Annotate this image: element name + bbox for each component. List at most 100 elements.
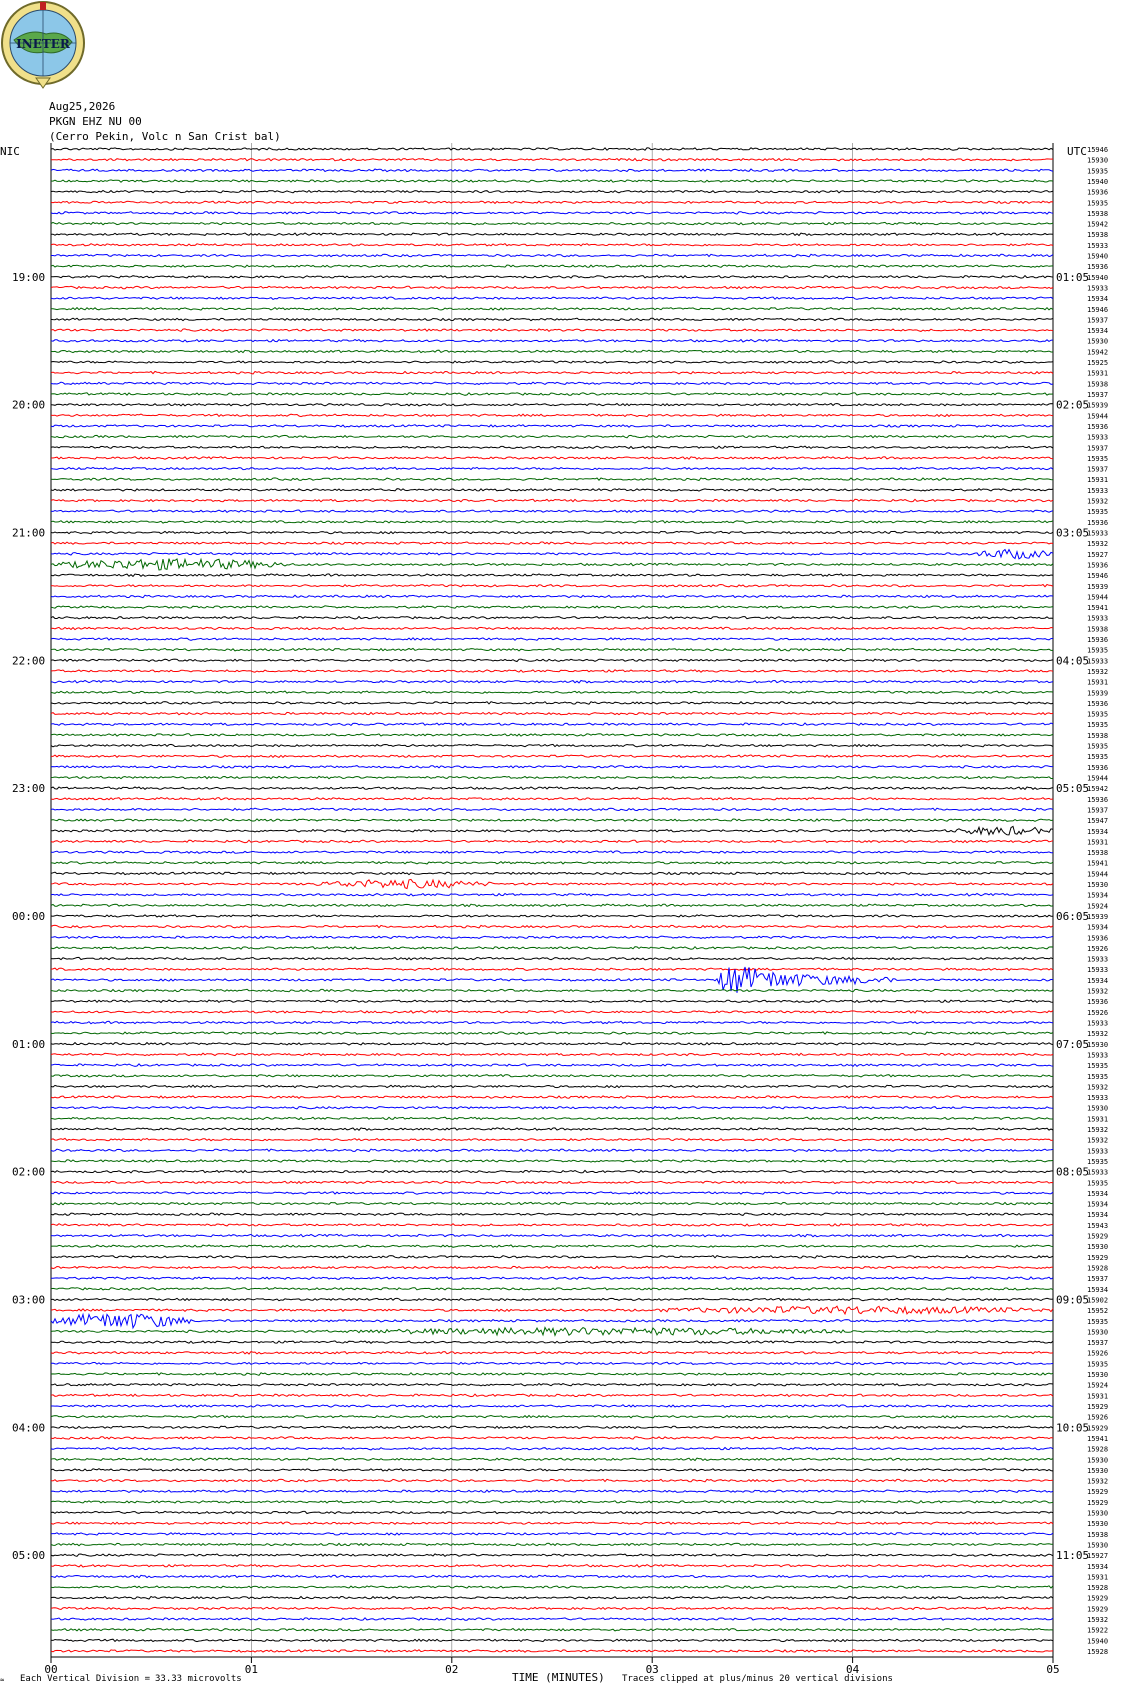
trace-level-label: 15933 (1087, 1051, 1108, 1059)
trace-level-label: 15929 (1087, 1233, 1108, 1241)
trace-level-label: 15930 (1087, 1510, 1108, 1518)
seismic-trace (50, 807, 1054, 812)
seismic-trace (50, 1233, 1054, 1238)
trace-level-label: 15934 (1087, 327, 1108, 335)
seismic-trace (50, 1446, 1054, 1451)
trace-level-label: 15928 (1087, 1584, 1108, 1592)
trace-level-label: 15939 (1087, 689, 1108, 697)
seismic-trace (50, 1052, 1054, 1057)
seismic-trace (50, 1585, 1054, 1589)
trace-level-label: 15934 (1087, 1201, 1108, 1209)
seismic-trace (50, 445, 1054, 450)
seismic-trace (50, 775, 1053, 780)
trace-level-label: 15935 (1087, 1062, 1108, 1070)
seismic-trace (50, 1382, 1054, 1387)
trace-level-label: 15930 (1087, 1041, 1108, 1049)
left-hour-label: 22:00 (12, 654, 45, 667)
seismic-trace (50, 264, 1054, 268)
trace-level-label: 15929 (1087, 1605, 1108, 1613)
seismic-trace (50, 349, 1053, 354)
trace-level-label: 15930 (1087, 338, 1108, 346)
trace-level-label: 15932 (1087, 1137, 1108, 1145)
trace-level-label: 15935 (1087, 647, 1108, 655)
trace-level-label: 15946 (1087, 572, 1108, 580)
seismic-trace (50, 1350, 1054, 1355)
seismic-trace (50, 360, 1054, 364)
seismic-trace (50, 701, 1054, 705)
helicorder-chart: 00 01 02 03 04 051594615930159351594015936159… (12, 143, 1108, 1676)
trace-level-label: 15936 (1087, 561, 1108, 569)
seismic-trace (50, 1393, 1054, 1398)
trace-level-label: 15934 (1087, 977, 1108, 985)
trace-level-label: 15934 (1087, 924, 1108, 932)
seismic-trace (50, 626, 1054, 631)
seismic-trace (50, 168, 1054, 173)
seismic-trace (50, 413, 1054, 418)
trace-level-label: 15933 (1087, 1094, 1108, 1102)
seismic-trace (50, 850, 1053, 854)
seismic-trace (50, 402, 1054, 407)
seismic-trace (50, 722, 1054, 727)
x-tick-label: 05 (1046, 1663, 1059, 1676)
scale-value: 33.33 microvolts (155, 1674, 242, 1684)
trace-level-label: 15933 (1087, 657, 1108, 665)
trace-level-label: 15929 (1087, 1254, 1108, 1262)
trace-level-label: 15933 (1087, 1169, 1108, 1177)
trace-level-label: 15940 (1087, 253, 1108, 261)
seismic-trace (50, 1020, 1054, 1025)
trace-level-label: 15944 (1087, 593, 1108, 601)
trace-level-label: 15935 (1087, 167, 1108, 175)
seismic-trace (50, 1191, 1054, 1195)
trace-level-label: 15933 (1087, 1147, 1108, 1155)
seismic-trace (50, 1542, 1054, 1547)
seismic-trace (50, 477, 1054, 482)
seismic-trace (50, 583, 1054, 588)
seismic-trace (50, 488, 1054, 492)
trace-level-label: 15936 (1087, 700, 1108, 708)
trace-level-label: 15933 (1087, 529, 1108, 537)
right-hour-label: 06:05 (1056, 910, 1089, 923)
trace-level-label: 15932 (1087, 1616, 1108, 1624)
trace-level-label: 15931 (1087, 370, 1108, 378)
trace-level-label: 15932 (1087, 668, 1108, 676)
trace-level-label: 15941 (1087, 860, 1108, 868)
seismic-trace (50, 1361, 1054, 1366)
seismic-trace (50, 966, 1054, 993)
trace-level-label: 15924 (1087, 1382, 1108, 1390)
trace-level-label: 15934 (1087, 1563, 1108, 1571)
seismic-trace (50, 615, 1054, 620)
right-hour-label: 07:05 (1056, 1038, 1089, 1051)
trace-level-label: 15931 (1087, 838, 1108, 846)
trace-level-label: 15938 (1087, 625, 1108, 633)
trace-level-label: 15934 (1087, 1211, 1108, 1219)
seismic-trace (50, 1223, 1054, 1227)
seismic-trace (50, 786, 1054, 791)
trace-level-label: 15935 (1087, 743, 1108, 751)
trace-level-label: 15936 (1087, 519, 1108, 527)
right-hour-label: 02:05 (1056, 399, 1089, 412)
seismic-trace (50, 647, 1053, 652)
left-hour-label: 00:00 (12, 910, 45, 923)
logo-text: INETER (16, 37, 71, 51)
trace-level-label: 15933 (1087, 956, 1108, 964)
trace-level-label: 15931 (1087, 679, 1108, 687)
trace-level-label: 15924 (1087, 902, 1108, 910)
seismic-trace (50, 1531, 1054, 1536)
seismic-trace (50, 1436, 1054, 1440)
trace-level-label: 15942 (1087, 221, 1108, 229)
seismic-trace (50, 296, 1054, 300)
trace-level-label: 15935 (1087, 753, 1108, 761)
trace-level-label: 15932 (1087, 1083, 1108, 1091)
seismic-trace (50, 157, 1054, 162)
seismic-trace (50, 1287, 1054, 1291)
seismic-trace (50, 1041, 1054, 1046)
left-hour-label: 21:00 (12, 526, 45, 539)
right-hour-label: 08:05 (1056, 1166, 1089, 1179)
trace-level-label: 15946 (1087, 146, 1108, 154)
seismic-trace (50, 1649, 1054, 1653)
trace-level-label: 15928 (1087, 1446, 1108, 1454)
trace-level-label: 15931 (1087, 1573, 1108, 1581)
seismic-trace (50, 1499, 1054, 1504)
trace-level-label: 15952 (1087, 1307, 1108, 1315)
trace-level-label: 15940 (1087, 178, 1108, 186)
